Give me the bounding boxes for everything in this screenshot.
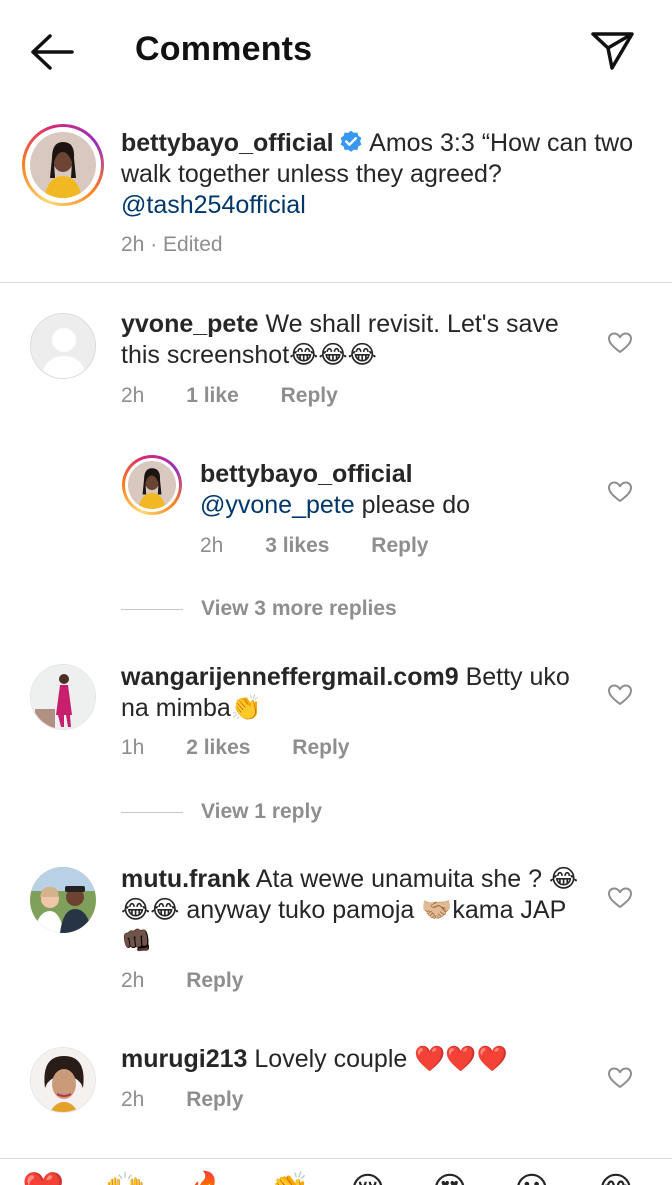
comment-meta: 1h 2 likes Reply [121,736,349,760]
caption-username[interactable]: bettybayo_official [121,129,334,157]
back-arrow-icon [31,34,74,70]
comment-time: 2h [121,1088,145,1111]
emoji-crying-button[interactable]: 😢 [350,1173,385,1185]
view-more-replies-button[interactable]: View 3 more replies [121,597,397,621]
avatar[interactable] [30,132,96,198]
page-title: Comments [135,30,313,68]
comment-username[interactable]: mutu.frank [121,865,250,893]
comment-time: 2h [121,969,145,992]
avatar-photo [30,132,96,198]
reply-text: bettybayo_official @yvone_pete please do [200,459,600,521]
caption-divider [0,282,672,283]
view-more-replies-button[interactable]: View 1 reply [121,800,322,824]
back-button[interactable] [28,30,76,74]
avatar-photo [31,1048,95,1112]
default-profile-icon [31,314,95,378]
emoji-raised-hands-button[interactable]: 🙌 [104,1173,146,1185]
comment-time: 1h [121,736,145,759]
emoji-fire-button[interactable]: 🔥 [186,1173,228,1185]
comment-time: 2h [200,534,224,557]
avatar-photo [31,665,95,729]
emoji-heart-eyes-button[interactable]: 😍 [432,1173,467,1185]
comment-username[interactable]: murugi213 [121,1045,247,1073]
avatar[interactable] [30,664,96,730]
emoji-reaction-bar: ❤️ 🙌 🔥 👏 😢 😍 😮 😂 [0,1158,672,1185]
likes-count[interactable]: 3 likes [265,534,329,558]
reply-button[interactable]: Reply [292,736,349,760]
paper-plane-icon [591,32,634,70]
comment-username[interactable]: bettybayo_official [200,460,413,488]
comment-username[interactable]: yvone_pete [121,310,259,338]
emoji-clap-button[interactable]: 👏 [268,1173,310,1185]
emoji-heart-button[interactable]: ❤️ [22,1173,64,1185]
comment-body: Lovely couple ❤️❤️❤️ [254,1045,508,1073]
emoji-wow-button[interactable]: 😮 [514,1173,549,1185]
caption-mention[interactable]: @tash254official [121,191,306,219]
reply-mention[interactable]: @yvone_pete [200,491,355,519]
comment-meta: 2h Reply [121,969,243,993]
avatar[interactable] [128,461,176,509]
comment-time: 2h [121,384,145,407]
like-button[interactable] [607,683,633,707]
divider-line [121,608,183,610]
caption-text: bettybayo_official Amos 3:3 “How can two… [121,128,641,221]
avatar-photo [30,867,96,933]
comment-text: yvone_pete We shall revisit. Let's save … [121,309,591,371]
avatar[interactable] [30,867,96,933]
like-button[interactable] [607,480,633,504]
verified-badge-icon [340,130,361,152]
comment-text: wangarijenneffergmail.com9 Betty uko na … [121,662,601,724]
caption-meta: 2h · Edited [121,233,223,256]
likes-count[interactable]: 2 likes [186,736,250,760]
comment-text: murugi213 Lovely couple ❤️❤️❤️ [121,1044,591,1075]
heart-outline-icon [608,481,632,502]
avatar[interactable] [30,1047,96,1113]
divider-line [121,811,183,813]
heart-outline-icon [608,332,632,353]
reply-button[interactable]: Reply [186,969,243,993]
comment-body: please do [361,491,471,519]
reply-button[interactable]: Reply [281,384,338,408]
like-button[interactable] [607,331,633,355]
comment-meta: 2h 3 likes Reply [200,534,428,558]
like-button[interactable] [607,1066,633,1090]
header-bar: Comments [0,0,672,100]
heart-outline-icon [608,1067,632,1088]
avatar[interactable] [30,313,96,379]
direct-message-button[interactable] [588,26,636,74]
likes-count[interactable]: 1 like [186,384,239,408]
view-replies-label: View 3 more replies [201,597,397,620]
heart-outline-icon [608,887,632,908]
comment-meta: 2h Reply [121,1088,243,1112]
like-button[interactable] [607,886,633,910]
avatar-photo [128,461,176,509]
comment-meta: 2h 1 like Reply [121,384,338,408]
comment-text: mutu.frank Ata wewe unamuita she ? 😂😂😂 a… [121,864,591,957]
heart-outline-icon [608,684,632,705]
reply-button[interactable]: Reply [371,534,428,558]
emoji-laugh-button[interactable]: 😂 [596,1173,636,1185]
reply-button[interactable]: Reply [186,1088,243,1112]
view-replies-label: View 1 reply [201,800,323,823]
comment-username[interactable]: wangarijenneffergmail.com9 [121,663,459,691]
